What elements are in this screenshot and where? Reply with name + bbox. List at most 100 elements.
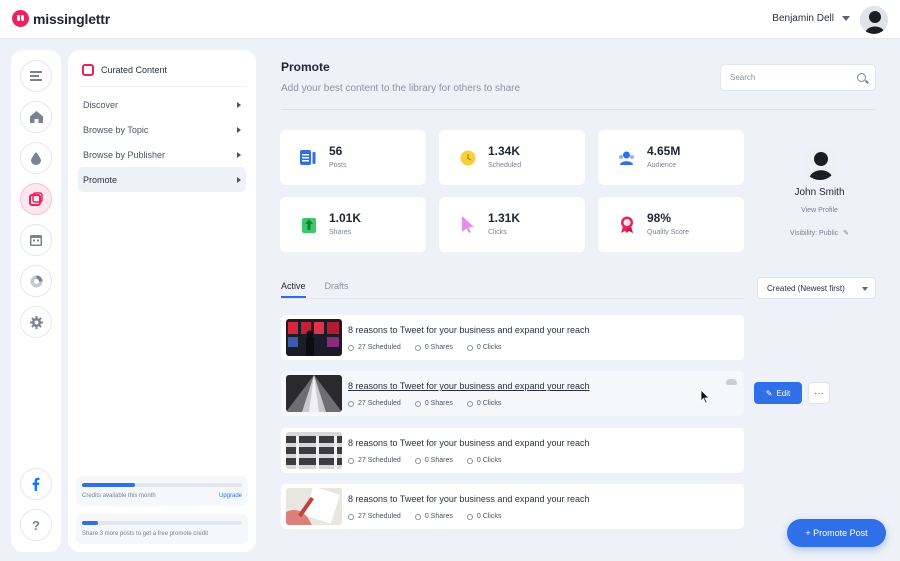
arrow-up-icon [300, 216, 317, 233]
scheduled-count: 27 Scheduled [348, 344, 401, 351]
shares-label: 0 Shares [424, 457, 453, 464]
clicks-count: 0 Clicks [466, 513, 502, 520]
mouse-pointer-icon [700, 389, 710, 409]
share-icon [414, 400, 421, 407]
cursor-icon [466, 400, 473, 407]
search-input[interactable]: Search [720, 64, 876, 91]
avatar[interactable] [860, 6, 888, 34]
submenu-item-label: Browse by Publisher [83, 149, 166, 160]
profile-card: John Smith View Profile Visibility: Publ… [763, 140, 876, 237]
tab-active[interactable]: Active [281, 281, 306, 298]
post-meta: 27 Scheduled 0 Shares 0 Clicks [348, 457, 515, 464]
shares-count: 0 Shares [414, 344, 453, 351]
stat-card-scheduled: 1.34K Scheduled [439, 130, 585, 185]
home-icon[interactable] [20, 101, 52, 133]
scheduled-label: 27 Scheduled [358, 457, 401, 464]
curated-content-icon[interactable] [20, 183, 52, 215]
settings-icon[interactable] [20, 306, 52, 338]
calendar-icon[interactable] [20, 224, 52, 256]
list-icon [300, 149, 317, 166]
post-title[interactable]: 8 reasons to Tweet for your business and… [348, 325, 589, 335]
submenu-item-label: Promote [83, 174, 118, 185]
tab-drafts[interactable]: Drafts [325, 281, 349, 298]
badge-icon [618, 216, 635, 233]
clock-icon [459, 149, 476, 166]
credits-widget: Credits available this month Upgrade [76, 476, 248, 506]
divider [78, 86, 246, 87]
stat-label: Quality Score [647, 229, 690, 236]
menu-icon[interactable] [20, 60, 52, 92]
view-profile-link[interactable]: View Profile [763, 207, 876, 214]
top-bar: missinglettr Benjamin Dell [0, 0, 900, 39]
visibility-label: Visibility: Public [790, 230, 839, 237]
chevron-right-icon [237, 101, 241, 108]
post-title[interactable]: 8 reasons to Tweet for your business and… [348, 494, 589, 504]
user-menu[interactable]: Benjamin Dell [772, 13, 850, 24]
clicks-label: 0 Clicks [476, 513, 502, 520]
avatar[interactable] [802, 146, 837, 180]
shares-count: 0 Shares [414, 513, 453, 520]
divider [281, 109, 876, 110]
submenu-item-discover[interactable]: Discover [78, 92, 246, 117]
analytics-icon[interactable] [20, 265, 52, 297]
chevron-right-icon [237, 126, 241, 133]
stat-card-shares: 1.01K Shares [280, 197, 426, 252]
submenu-item-browse-by-publisher[interactable]: Browse by Publisher [78, 142, 246, 167]
search-icon[interactable] [857, 73, 866, 82]
submenu-item-promote[interactable]: Promote [78, 167, 246, 192]
stat-label: Posts [329, 162, 347, 169]
clock-icon [348, 400, 354, 407]
facebook-icon[interactable] [20, 468, 52, 500]
chevron-right-icon [237, 176, 241, 183]
user-name: Benjamin Dell [772, 13, 834, 24]
cursor-icon [466, 344, 473, 351]
shares-count: 0 Shares [414, 457, 453, 464]
sort-select[interactable]: Created (Newest first) [757, 277, 876, 299]
credits-progress-fill [82, 483, 135, 487]
promote-post-button[interactable]: + Promote Post [787, 519, 886, 547]
scheduled-label: 27 Scheduled [358, 513, 401, 520]
scheduled-count: 27 Scheduled [348, 457, 401, 464]
submenu-item-browse-by-topic[interactable]: Browse by Topic [78, 117, 246, 142]
share-hint-label: Share 3 more posts to get a free promote… [82, 531, 209, 537]
upgrade-link[interactable]: Upgrade [219, 493, 242, 499]
post-thumbnail [286, 432, 342, 469]
post-thumbnail [286, 319, 342, 356]
app-logo[interactable]: missinglettr [12, 10, 110, 27]
help-icon[interactable]: ? [20, 509, 52, 541]
profile-name: John Smith [794, 187, 845, 198]
post-row[interactable]: 8 reasons to Tweet for your business and… [281, 484, 744, 529]
shares-label: 0 Shares [424, 513, 453, 520]
clicks-label: 0 Clicks [476, 344, 502, 351]
stat-label: Scheduled [488, 162, 522, 169]
stat-label: Clicks [488, 229, 507, 236]
clicks-label: 0 Clicks [476, 457, 502, 464]
visibility-setting[interactable]: Visibility: Public ✎ [763, 229, 876, 237]
post-title[interactable]: 8 reasons to Tweet for your business and… [348, 438, 589, 448]
submenu-item-label: Discover [83, 99, 119, 110]
clock-icon [348, 513, 354, 520]
clicks-count: 0 Clicks [466, 400, 501, 407]
share-hint-widget: Share 3 more posts to get a free promote… [76, 514, 248, 544]
drop-icon[interactable] [20, 142, 52, 174]
post-row[interactable]: 8 reasons to Tweet for your business and… [281, 428, 744, 473]
post-meta: 27 Scheduled 0 Shares 0 Clicks [348, 344, 515, 351]
post-row[interactable]: 8 reasons to Tweet for your business and… [281, 371, 744, 416]
edit-label: Edit [776, 388, 791, 398]
stat-value: 1.31K [488, 211, 521, 225]
more-options-button[interactable]: ··· [808, 382, 830, 404]
cursor-icon [459, 216, 476, 233]
edit-button[interactable]: ✎ Edit [754, 382, 802, 404]
post-row[interactable]: 8 reasons to Tweet for your business and… [281, 315, 744, 360]
logo-icon [12, 10, 29, 27]
post-title[interactable]: 8 reasons to Tweet for your business and… [348, 381, 589, 391]
clock-icon [348, 457, 354, 464]
scheduled-count: 27 Scheduled [348, 513, 401, 520]
stat-card-clicks: 1.31K Clicks [439, 197, 585, 252]
panel-header: Curated Content [82, 64, 167, 76]
post-thumbnail [286, 375, 342, 412]
stat-value: 1.34K [488, 144, 521, 158]
shares-count: 0 Shares [414, 400, 453, 407]
stat-label: Audience [647, 162, 677, 169]
post-meta: 27 Scheduled 0 Shares 0 Clicks [348, 400, 515, 407]
